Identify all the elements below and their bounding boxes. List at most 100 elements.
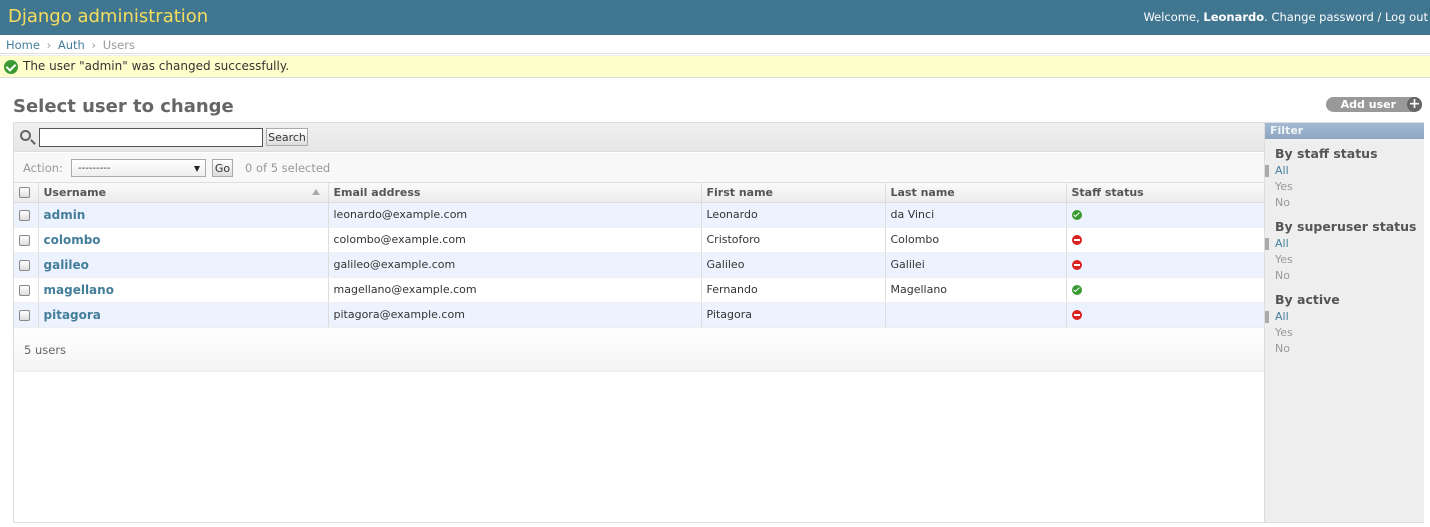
table-row: admin leonardo@example.com Leonardo da Vinc… xyxy=(14,202,1264,228)
column-header-username[interactable]: Username xyxy=(37,183,328,203)
column-header-email[interactable]: Email address xyxy=(327,183,701,203)
search-input[interactable] xyxy=(39,128,263,147)
username-link[interactable]: galileo xyxy=(44,258,89,272)
minus-circle-icon xyxy=(1071,310,1082,320)
filter-option-all[interactable]: All xyxy=(1265,164,1424,180)
column-header-first-name[interactable]: First name xyxy=(700,183,885,203)
table-row: magellano magellano@example.com Fernando Ma… xyxy=(14,277,1264,303)
search-icon xyxy=(20,130,31,141)
first-name-cell: Fernando xyxy=(700,277,885,303)
filter-options: All Yes No xyxy=(1265,237,1424,285)
breadcrumb-separator: › xyxy=(46,38,52,52)
check-circle-icon xyxy=(1071,285,1082,295)
filter-option-yes[interactable]: Yes xyxy=(1275,326,1424,342)
success-message: The user "admin" was changed successfull… xyxy=(0,55,1430,78)
filter-option-no[interactable]: No xyxy=(1275,269,1424,285)
last-name-cell: Colombo xyxy=(884,227,1066,253)
username-link[interactable]: colombo xyxy=(44,233,101,247)
breadcrumb: Home › Auth › Users xyxy=(0,35,1430,54)
minus-circle-icon xyxy=(1071,235,1082,245)
filter-title: Filter xyxy=(1265,123,1424,139)
site-brand[interactable]: Django administration xyxy=(8,6,208,27)
check-circle-icon xyxy=(4,60,18,74)
filter-option-no[interactable]: No xyxy=(1275,196,1424,212)
action-selected-value: --------- xyxy=(78,163,111,174)
go-button[interactable]: Go xyxy=(212,159,233,177)
table-row: pitagora pitagora@example.com Pitagora xyxy=(14,302,1264,328)
staff-status-cell xyxy=(1065,202,1264,228)
column-header-staff-status[interactable]: Staff status xyxy=(1065,183,1264,203)
column-header-last-name[interactable]: Last name xyxy=(884,183,1066,203)
column-header-label: Username xyxy=(43,185,107,199)
page-title: Select user to change xyxy=(13,96,234,117)
row-checkbox[interactable] xyxy=(19,234,30,246)
breadcrumb-separator: › xyxy=(91,38,97,52)
last-name-cell xyxy=(884,302,1066,328)
table-header-row: Username Email address First name Last n… xyxy=(14,183,1264,203)
filter-option-yes[interactable]: Yes xyxy=(1275,180,1424,196)
row-checkbox[interactable] xyxy=(19,209,30,221)
first-name-cell: Leonardo xyxy=(700,202,885,228)
filter-sidebar: Filter By staff status All Yes No By superus… xyxy=(1264,123,1424,522)
filter-option-all[interactable]: All xyxy=(1265,310,1424,326)
row-checkbox[interactable] xyxy=(19,309,30,321)
change-password-link[interactable]: Change password xyxy=(1271,10,1373,24)
action-label: Action: xyxy=(23,161,63,175)
current-username: Leonardo xyxy=(1203,10,1265,24)
filter-options: All Yes No xyxy=(1265,310,1424,358)
username-cell: colombo xyxy=(37,227,328,253)
username-cell: galileo xyxy=(37,252,328,278)
filter-option-yes[interactable]: Yes xyxy=(1275,253,1424,269)
logout-link[interactable]: Log out xyxy=(1385,10,1428,24)
first-name-cell: Cristoforo xyxy=(700,227,885,253)
row-checkbox[interactable] xyxy=(19,259,30,271)
row-select-cell xyxy=(14,302,38,328)
table-row: galileo galileo@example.com Galileo Galilei xyxy=(14,252,1264,278)
check-circle-icon xyxy=(1071,210,1082,220)
staff-status-cell xyxy=(1065,277,1264,303)
first-name-cell: Pitagora xyxy=(700,302,885,328)
username-cell: magellano xyxy=(37,277,328,303)
changelist: Search Action: --------- Go 0 of 5 selec… xyxy=(13,122,1424,523)
email-cell: galileo@example.com xyxy=(327,252,701,278)
staff-status-cell xyxy=(1065,252,1264,278)
staff-status-cell xyxy=(1065,302,1264,328)
add-user-button[interactable]: Add user + xyxy=(1325,97,1422,112)
email-cell: colombo@example.com xyxy=(327,227,701,253)
breadcrumb-home[interactable]: Home xyxy=(6,38,40,52)
row-checkbox[interactable] xyxy=(19,284,30,296)
row-select-cell xyxy=(14,252,38,278)
select-all-checkbox[interactable] xyxy=(19,187,30,199)
filter-group-title: By active xyxy=(1275,292,1340,307)
first-name-cell: Galileo xyxy=(700,252,885,278)
filter-group: By staff status All Yes No xyxy=(1265,146,1424,212)
last-name-cell: da Vinci xyxy=(884,202,1066,228)
username-link[interactable]: pitagora xyxy=(44,308,101,322)
sort-asc-icon[interactable] xyxy=(311,189,320,195)
search-toolbar: Search xyxy=(14,123,1264,152)
success-message-text: The user "admin" was changed successfull… xyxy=(23,59,290,73)
welcome-text: Welcome, xyxy=(1143,10,1200,24)
search-button[interactable]: Search xyxy=(266,128,308,146)
last-name-cell: Magellano xyxy=(884,277,1066,303)
email-cell: leonardo@example.com xyxy=(327,202,701,228)
filter-group: By active All Yes No xyxy=(1265,292,1424,358)
email-cell: magellano@example.com xyxy=(327,277,701,303)
action-select[interactable]: --------- xyxy=(71,159,206,177)
username-cell: admin xyxy=(37,202,328,228)
row-select-cell xyxy=(14,227,38,253)
filter-option-all[interactable]: All xyxy=(1265,237,1424,253)
email-cell: pitagora@example.com xyxy=(327,302,701,328)
username-link[interactable]: admin xyxy=(44,208,86,222)
username-cell: pitagora xyxy=(37,302,328,328)
filter-group-title: By superuser status xyxy=(1275,219,1417,234)
filter-option-no[interactable]: No xyxy=(1275,342,1424,358)
username-link[interactable]: magellano xyxy=(44,283,114,297)
filter-group: By superuser status All Yes No xyxy=(1265,219,1424,285)
user-tools-separator: / xyxy=(1377,10,1382,24)
breadcrumb-auth[interactable]: Auth xyxy=(58,38,85,52)
filter-options: All Yes No xyxy=(1265,164,1424,212)
table-row: colombo colombo@example.com Cristoforo Colo… xyxy=(14,227,1264,253)
add-user-label: Add user xyxy=(1340,98,1396,111)
minus-circle-icon xyxy=(1071,260,1082,270)
